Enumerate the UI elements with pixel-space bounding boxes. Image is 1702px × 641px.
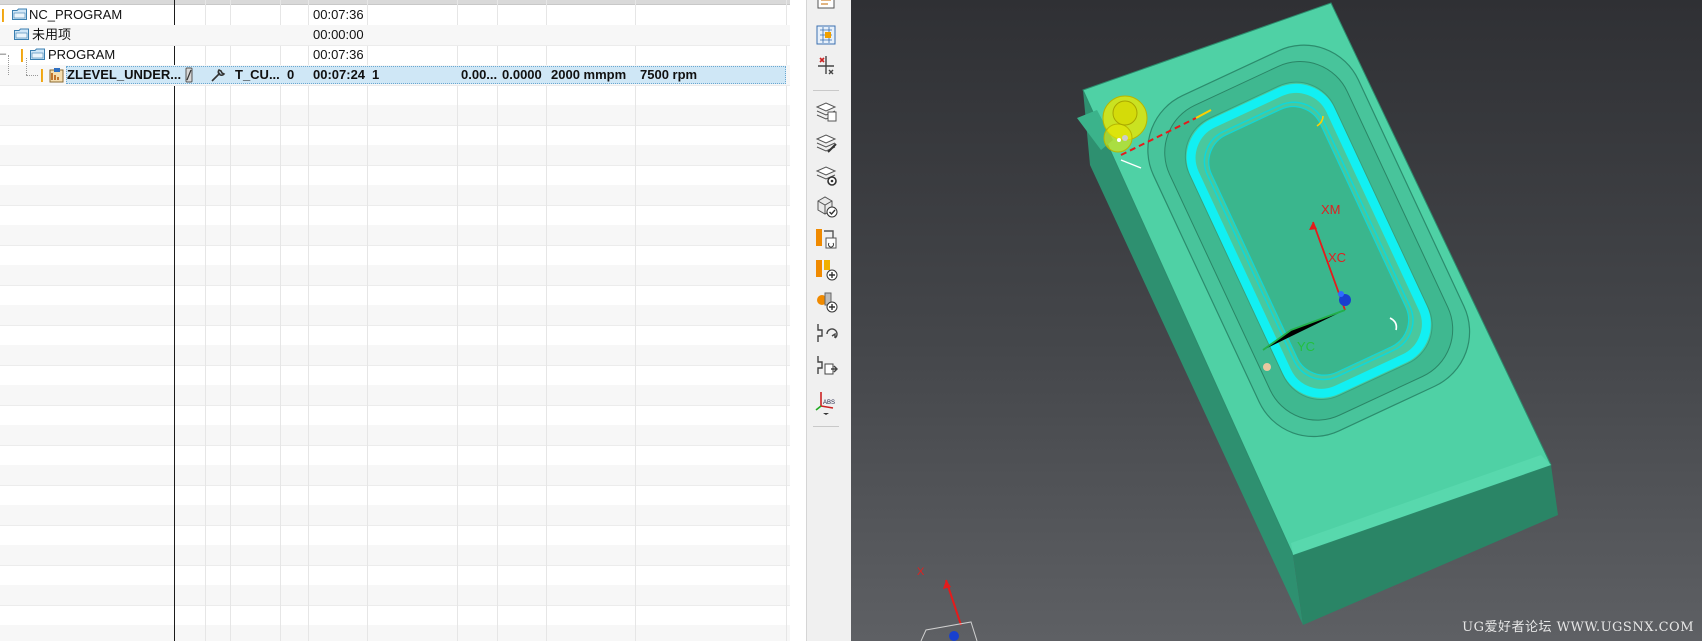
collapse-icon[interactable]: – — [0, 46, 6, 62]
reorder-icon[interactable] — [813, 320, 839, 346]
empty-row — [0, 545, 790, 566]
tree-connector — [8, 55, 9, 75]
view-triad: X — [917, 566, 978, 641]
empty-row — [0, 285, 790, 306]
empty-row — [0, 245, 790, 266]
empty-row — [0, 145, 790, 166]
feed-value: 2000 mmpm — [551, 67, 627, 82]
replay-toolpath-icon[interactable] — [813, 256, 839, 282]
speed-value: 7500 rpm — [640, 67, 698, 82]
empty-row — [0, 125, 790, 146]
empty-row — [0, 205, 790, 226]
zlevel-operation-icon — [49, 68, 64, 83]
stepover-value: 0.00... — [461, 67, 498, 82]
folder-icon — [30, 48, 45, 60]
empty-row — [0, 525, 790, 546]
create-geometry-icon[interactable] — [813, 52, 839, 78]
empty-row — [0, 105, 790, 126]
create-tool-icon[interactable] — [813, 22, 839, 48]
empty-row — [0, 385, 790, 406]
column-divider — [367, 0, 368, 641]
empty-row — [0, 425, 790, 446]
column-divider — [230, 0, 231, 641]
warning-icon: | — [20, 46, 24, 62]
yc-label: YC — [1297, 339, 1315, 354]
toolbar-separator — [813, 426, 839, 427]
empty-row — [0, 345, 790, 366]
empty-row — [0, 465, 790, 486]
empty-row — [0, 365, 790, 386]
operation-name: PROGRAM — [48, 47, 116, 62]
toolbar-separator — [813, 90, 839, 91]
tree-row-program[interactable]: – | PROGRAM 00:07:36 — [0, 45, 790, 66]
column-divider — [308, 0, 309, 641]
xc-label: XC — [1328, 250, 1346, 265]
column-divider — [457, 0, 458, 641]
tree-row-unused-items[interactable]: 未用项 00:00:00 — [0, 25, 790, 46]
column-divider — [280, 0, 281, 641]
tree-row-nc-program[interactable]: | NC_PROGRAM 00:07:36 — [0, 5, 790, 26]
toolpath-time: 00:07:36 — [313, 47, 364, 62]
column-divider — [497, 0, 498, 641]
svg-text:ABS: ABS — [823, 400, 835, 406]
empty-row — [0, 585, 790, 606]
empty-row — [0, 165, 790, 186]
empty-row — [0, 445, 790, 466]
output-cls-icon[interactable] — [813, 352, 839, 378]
edit-object-icon[interactable] — [813, 130, 839, 156]
column-divider — [786, 0, 787, 641]
toolpath-time: 00:07:36 — [313, 7, 364, 22]
column-divider — [546, 0, 547, 641]
empty-row — [0, 225, 790, 246]
operation-name: 未用项 — [32, 27, 72, 42]
operation-settings-icon[interactable] — [813, 162, 839, 188]
empty-row — [0, 325, 790, 346]
create-method-icon[interactable] — [813, 98, 839, 124]
empty-row — [0, 305, 790, 326]
column-divider — [205, 0, 206, 641]
folder-icon — [12, 8, 27, 20]
part-view[interactable]: XM XC YC X — [851, 0, 1702, 641]
empty-row — [0, 565, 790, 586]
watermark: UG爱好者论坛 WWW.UGSNX.COM — [1462, 620, 1694, 635]
column-divider[interactable] — [174, 0, 175, 641]
warning-icon: | — [1, 6, 5, 22]
create-program-icon[interactable] — [813, 0, 839, 12]
generate-toolpath-icon[interactable] — [813, 225, 839, 251]
tree-connector — [26, 58, 27, 75]
empty-row — [0, 185, 790, 206]
tree-row-zlevel-operation[interactable]: | ZLEVEL_UNDER... T_CU... 0 00:07:24 1 0… — [0, 65, 790, 86]
toolpath-time: 00:00:00 — [313, 27, 364, 42]
warning-icon: | — [40, 66, 44, 82]
operation-name: NC_PROGRAM — [29, 7, 123, 22]
xm-label: XM — [1321, 202, 1341, 217]
path-status-icon — [185, 67, 193, 83]
operation-name: ZLEVEL_UNDER... — [67, 67, 182, 82]
empty-row — [0, 485, 790, 506]
empty-row — [0, 605, 790, 626]
tree-connector — [26, 75, 38, 76]
folder-icon — [14, 28, 29, 40]
empty-row — [0, 85, 790, 106]
empty-row — [0, 625, 790, 641]
tool-number: 0 — [287, 67, 295, 82]
empty-row — [0, 505, 790, 526]
empty-row — [0, 405, 790, 426]
verify-toolpath-icon[interactable] — [813, 193, 839, 219]
geometry-value: 1 — [372, 67, 380, 82]
column-divider — [635, 0, 636, 641]
operation-toolbar: ABS — [806, 0, 846, 641]
stock-value: 0.0000 — [502, 67, 542, 82]
wrench-icon — [211, 68, 226, 82]
tool-name: T_CU... — [235, 67, 280, 82]
wcs-abs-icon[interactable]: ABS — [813, 386, 839, 415]
empty-row — [0, 265, 790, 286]
operation-navigator: | NC_PROGRAM 00:07:36 未用项 00:00:00 – | P… — [0, 0, 790, 641]
graphics-viewport[interactable]: XM XC YC X UG爱好者论坛 WWW.UGSNX.COM — [851, 0, 1702, 641]
add-operation-icon[interactable] — [813, 288, 839, 314]
toolpath-time: 00:07:24 — [313, 67, 366, 82]
triad-x-label: X — [917, 566, 925, 578]
